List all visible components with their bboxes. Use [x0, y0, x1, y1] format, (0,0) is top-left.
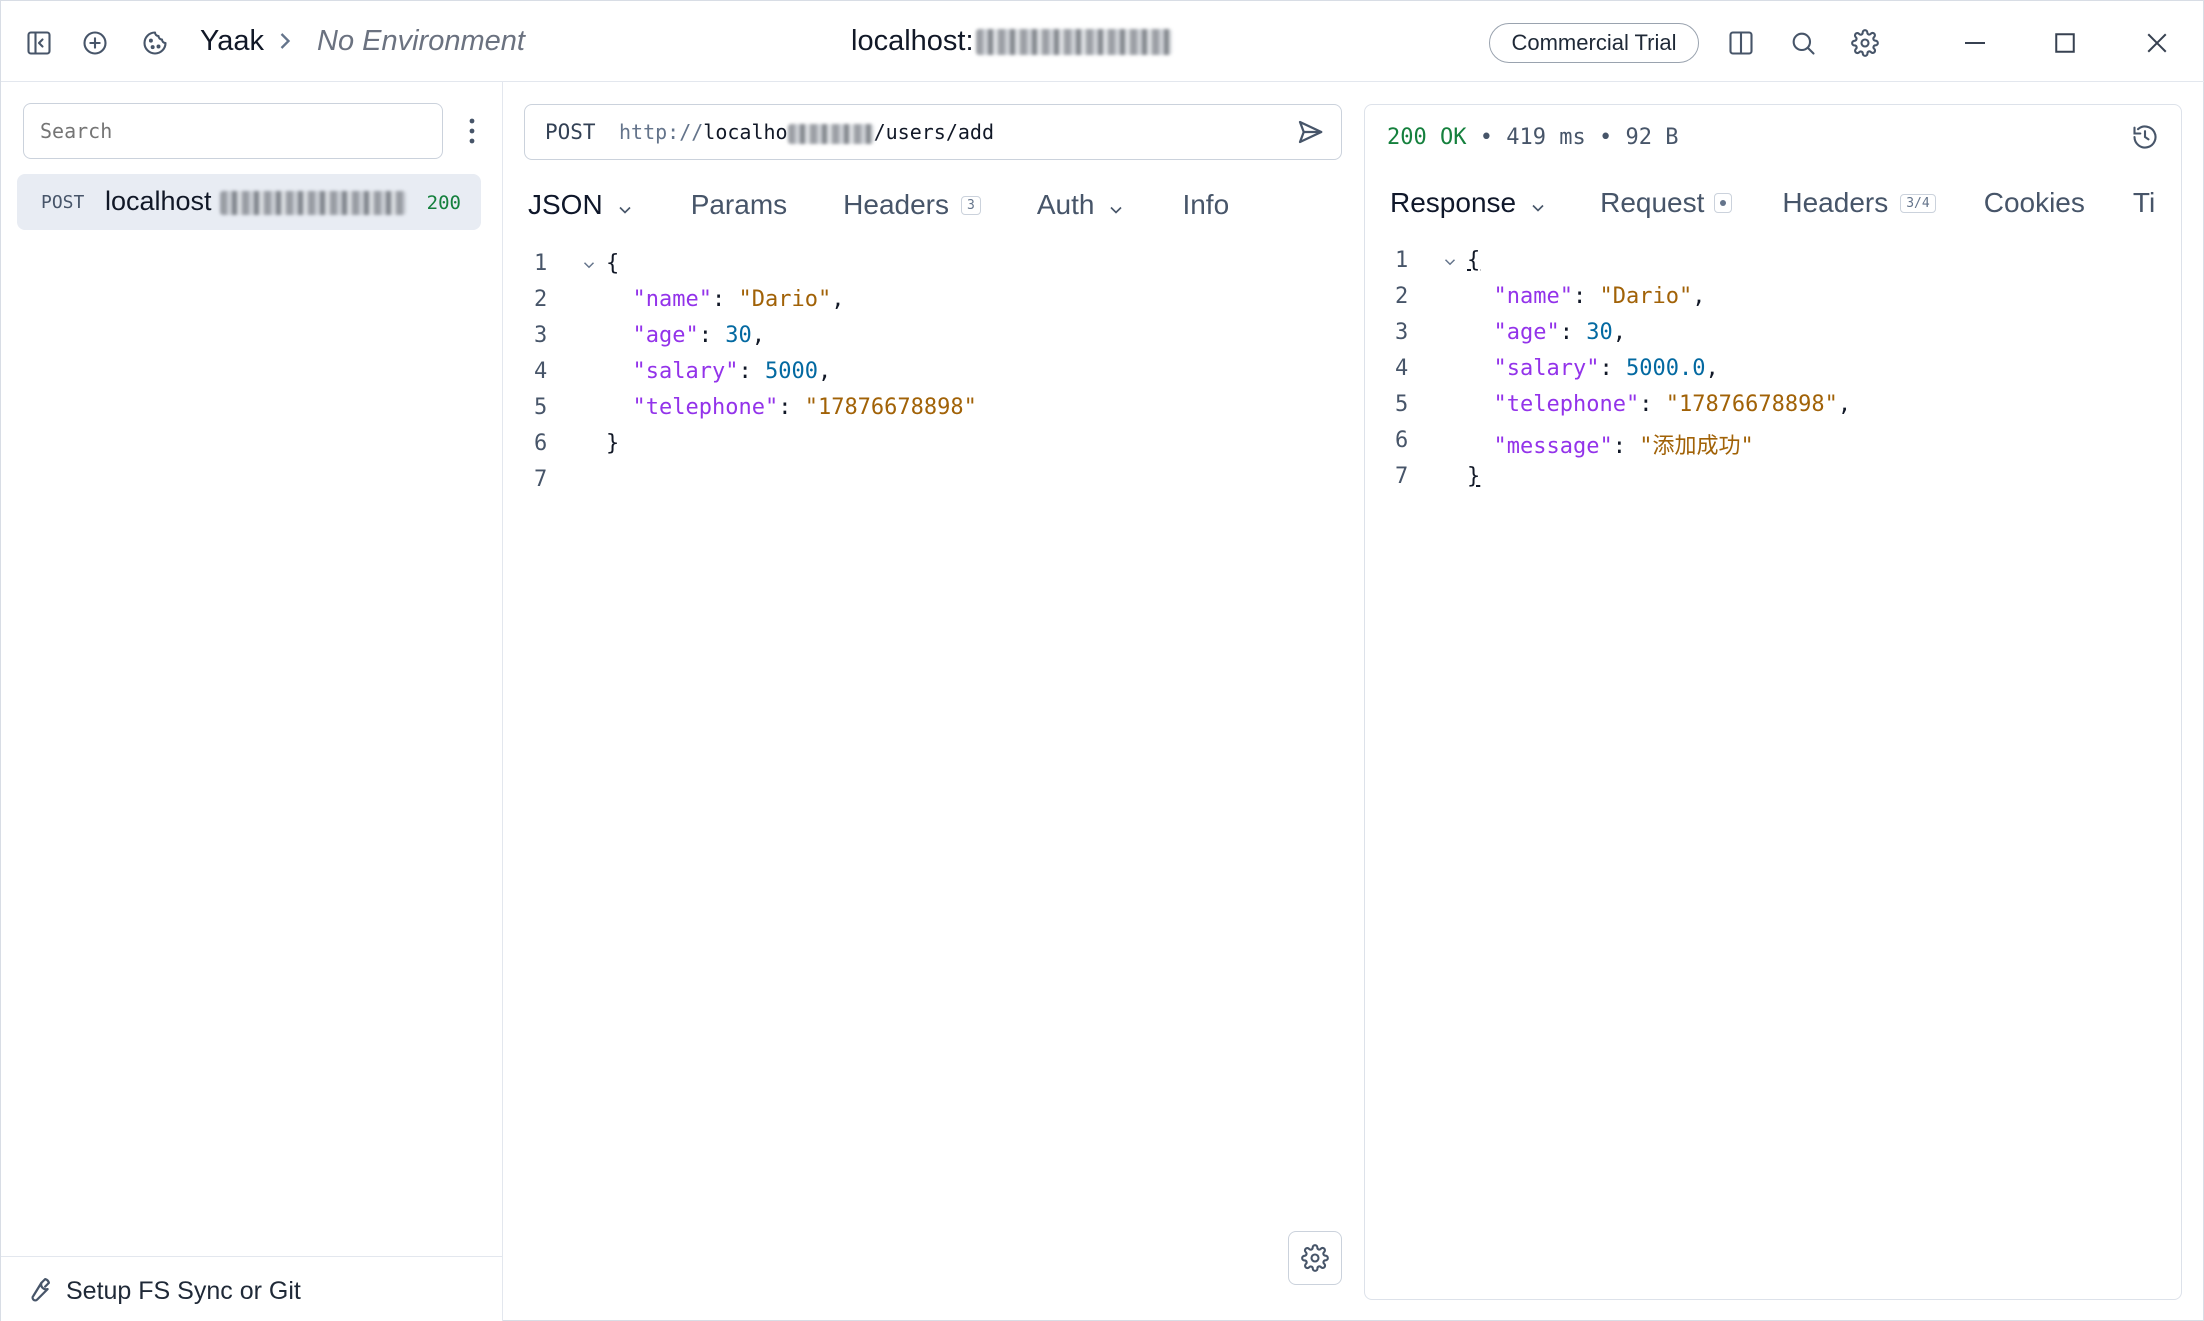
redacted-path	[219, 190, 406, 215]
maximize-window-icon[interactable]	[2045, 23, 2085, 63]
method-selector[interactable]: POST	[545, 120, 596, 144]
line-number: 7	[1395, 464, 1409, 489]
code-text: {	[1467, 248, 1481, 273]
minimize-window-icon[interactable]	[1955, 23, 1995, 63]
headers-count-badge: 3/4	[1900, 193, 1936, 213]
code-text: {	[606, 251, 620, 276]
code-text: }	[1467, 464, 1481, 489]
tab-info[interactable]: Info	[1182, 189, 1229, 221]
tab-auth[interactable]: Auth	[1037, 189, 1127, 221]
line-number: 6	[534, 431, 548, 456]
tab-response-headers[interactable]: Headers 3/4	[1782, 187, 1936, 219]
response-body-viewer[interactable]: 1 {2 "name": "Dario", 3 "age": 30, 4 "salar…	[1395, 248, 2175, 548]
request-body-editor[interactable]: 1 {2 "name": "Dario", 3 "age": 30, 4 "salar…	[534, 251, 1334, 551]
window-title: localhost:	[851, 25, 1172, 58]
code-text: "age": 30,	[1493, 320, 1626, 345]
fold-chevron-icon[interactable]	[580, 255, 598, 273]
wrench-icon	[23, 1275, 53, 1305]
line-number: 2	[1395, 284, 1409, 309]
line-number: 6	[1395, 428, 1409, 453]
title-bar: Yaak No Environment localhost: Commercia…	[1, 1, 2204, 82]
request-name: localhost	[105, 186, 406, 217]
code-text: "age": 30,	[632, 323, 765, 348]
code-text: }	[606, 431, 620, 456]
search-icon[interactable]	[1785, 25, 1821, 61]
app-window: Yaak No Environment localhost: Commercia…	[0, 0, 2204, 1321]
response-status-line: 200 OK • 419 ms • 92 B	[1387, 125, 1679, 150]
line-number: 1	[534, 251, 548, 276]
send-request-icon[interactable]	[1295, 117, 1327, 149]
line-number: 4	[1395, 356, 1409, 381]
cookie-icon[interactable]	[137, 25, 173, 61]
more-options-icon[interactable]	[463, 115, 481, 147]
code-text: "telephone": "17876678898",	[1493, 392, 1852, 417]
settings-gear-icon[interactable]	[1847, 25, 1883, 61]
line-number: 4	[534, 359, 548, 384]
chevron-right-icon	[271, 27, 299, 55]
chevron-down-icon	[1106, 195, 1126, 215]
request-dot-badge	[1714, 193, 1733, 213]
tab-timeline[interactable]: Ti	[2133, 187, 2155, 219]
url-input[interactable]: http://localho/users/add	[619, 120, 994, 144]
line-number: 2	[534, 287, 548, 312]
redacted-path	[975, 29, 1172, 56]
environment-selector[interactable]: No Environment	[317, 25, 525, 58]
tab-response[interactable]: Response	[1390, 187, 1548, 219]
line-number: 7	[534, 467, 548, 492]
gear-icon	[1301, 1244, 1329, 1272]
sidebar: POST localhost 200 Setup FS Sync or Git	[1, 82, 503, 1321]
line-number: 5	[534, 395, 548, 420]
sidebar-search-input[interactable]	[23, 103, 443, 159]
sidebar-footer[interactable]: Setup FS Sync or Git	[1, 1256, 503, 1321]
code-text: "telephone": "17876678898"	[632, 395, 977, 420]
window-title-host: localhost:	[851, 25, 974, 57]
sidebar-request-item[interactable]: POST localhost 200	[17, 174, 481, 230]
chevron-down-icon	[615, 195, 635, 215]
commercial-trial-button[interactable]: Commercial Trial	[1489, 23, 1699, 63]
code-text: "name": "Dario",	[632, 287, 845, 312]
response-tabs: Response Request Headers 3/4 Cookies Ti	[1390, 187, 2181, 219]
code-text: "name": "Dario",	[1493, 284, 1706, 309]
add-request-icon[interactable]	[77, 25, 113, 61]
request-url-bar[interactable]: POST http://localho/users/add	[524, 104, 1342, 160]
workspace-name[interactable]: Yaak	[200, 25, 264, 58]
code-text: "salary": 5000,	[632, 359, 832, 384]
split-layout-icon[interactable]	[1723, 25, 1759, 61]
response-pane: 200 OK • 419 ms • 92 B Response Request …	[1364, 104, 2182, 1300]
code-text: "message": "添加成功"	[1493, 434, 1754, 459]
line-number: 3	[534, 323, 548, 348]
close-window-icon[interactable]	[2137, 23, 2177, 63]
request-tabs: JSON Params Headers 3 Auth Info	[528, 189, 1285, 221]
tab-params[interactable]: Params	[691, 189, 787, 221]
line-number: 1	[1395, 248, 1409, 273]
request-method-label: POST	[41, 192, 85, 213]
tab-json[interactable]: JSON	[528, 189, 635, 221]
code-text: "salary": 5000.0,	[1493, 356, 1719, 381]
setup-sync-link[interactable]: Setup FS Sync or Git	[66, 1277, 301, 1306]
tab-cookies[interactable]: Cookies	[1984, 187, 2085, 219]
toggle-sidebar-icon[interactable]	[21, 25, 57, 61]
request-status-code: 200	[426, 192, 461, 214]
headers-count-badge: 3	[961, 195, 981, 215]
status-code: 200 OK	[1387, 125, 1467, 150]
response-time: 419 ms	[1506, 125, 1586, 150]
history-icon[interactable]	[2131, 123, 2163, 155]
line-number: 3	[1395, 320, 1409, 345]
response-size: 92 B	[1625, 125, 1679, 150]
tab-headers[interactable]: Headers 3	[843, 189, 981, 221]
fold-chevron-icon[interactable]	[1441, 252, 1459, 270]
line-number: 5	[1395, 392, 1409, 417]
redacted-port	[787, 123, 874, 144]
tab-request[interactable]: Request	[1600, 187, 1733, 219]
chevron-down-icon	[1528, 193, 1548, 213]
editor-settings-button[interactable]	[1288, 1231, 1342, 1285]
